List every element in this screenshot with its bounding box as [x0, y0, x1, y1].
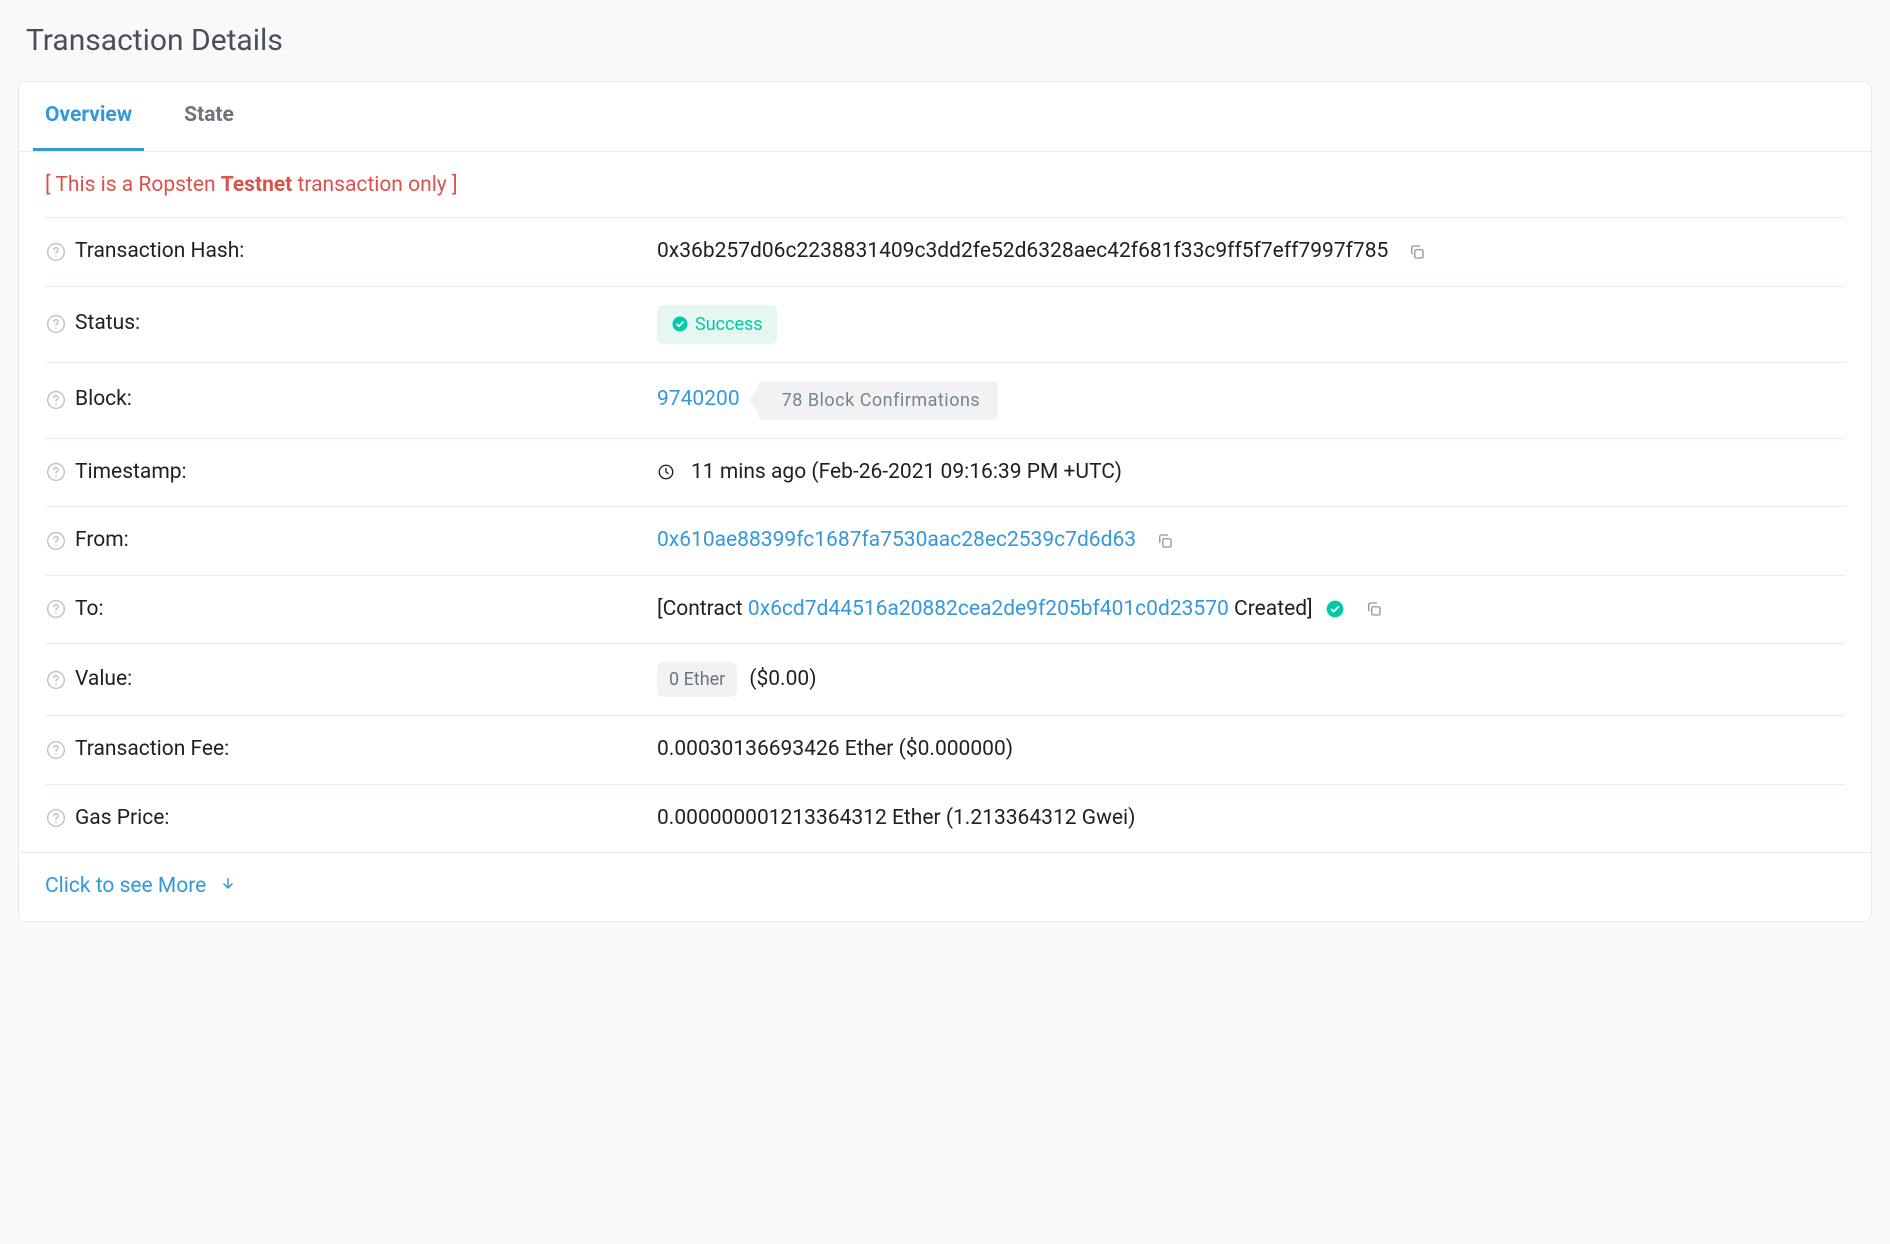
status-text: Success — [695, 311, 763, 338]
help-icon[interactable] — [45, 313, 67, 335]
see-more-button[interactable]: Click to see More — [19, 852, 1871, 921]
banner-suffix: transaction only ] — [292, 173, 457, 197]
row-block: Block: 9740200 78 Block Confirmations — [45, 362, 1845, 438]
testnet-banner: [ This is a Ropsten Testnet transaction … — [19, 152, 1871, 218]
copy-icon[interactable] — [1406, 241, 1428, 263]
row-hash: Transaction Hash: 0x36b257d06c2238831409… — [45, 217, 1845, 286]
tab-overview[interactable]: Overview — [33, 82, 144, 151]
help-icon[interactable] — [45, 739, 67, 761]
row-gas-price: Gas Price: 0.000000001213364312 Ether (1… — [45, 784, 1845, 853]
row-status: Status: Success — [45, 286, 1845, 362]
to-value-wrap: [Contract 0x6cd7d44516a20882cea2de9f205b… — [657, 594, 1313, 626]
page-title: Transaction Details — [18, 18, 1872, 63]
copy-icon[interactable] — [1154, 530, 1176, 552]
label-value: Value: — [75, 664, 132, 696]
label-block: Block: — [75, 384, 132, 416]
help-icon[interactable] — [45, 669, 67, 691]
value-badge: 0 Ether — [657, 662, 737, 697]
row-fee: Transaction Fee: 0.00030136693426 Ether … — [45, 715, 1845, 784]
copy-icon[interactable] — [1363, 598, 1385, 620]
block-link[interactable]: 9740200 — [657, 384, 740, 416]
help-icon[interactable] — [45, 598, 67, 620]
value-gas-price: 0.000000001213364312 Ether (1.213364312 … — [657, 803, 1135, 835]
to-prefix: [Contract — [657, 597, 748, 621]
banner-bold: Testnet — [221, 173, 293, 197]
see-more-label: Click to see More — [45, 871, 206, 903]
row-from: From: 0x610ae88399fc1687fa7530aac28ec253… — [45, 506, 1845, 575]
row-to: To: [Contract 0x6cd7d44516a20882cea2de9f… — [45, 575, 1845, 644]
label-status: Status: — [75, 308, 140, 340]
banner-prefix: [ This is a Ropsten — [45, 173, 221, 197]
help-icon[interactable] — [45, 807, 67, 829]
tab-state[interactable]: State — [172, 82, 246, 151]
value-fee: 0.00030136693426 Ether ($0.000000) — [657, 734, 1013, 766]
help-icon[interactable] — [45, 389, 67, 411]
clock-icon — [657, 463, 675, 481]
label-gas-price: Gas Price: — [75, 803, 169, 835]
value-timestamp: 11 mins ago (Feb-26-2021 09:16:39 PM +UT… — [691, 457, 1122, 489]
details-card: Overview State [ This is a Ropsten Testn… — [18, 81, 1872, 922]
label-hash: Transaction Hash: — [75, 236, 244, 268]
help-icon[interactable] — [45, 530, 67, 552]
from-address-link[interactable]: 0x610ae88399fc1687fa7530aac28ec2539c7d6d… — [657, 525, 1136, 557]
status-badge: Success — [657, 305, 777, 344]
confirmations-badge: 78 Block Confirmations — [758, 381, 999, 420]
value-hash: 0x36b257d06c2238831409c3dd2fe52d6328aec4… — [657, 236, 1388, 268]
check-circle-icon — [671, 315, 689, 333]
arrow-down-icon — [220, 871, 236, 903]
label-fee: Transaction Fee: — [75, 734, 229, 766]
check-circle-icon — [1325, 599, 1345, 619]
help-icon[interactable] — [45, 461, 67, 483]
help-icon[interactable] — [45, 241, 67, 263]
to-address-link[interactable]: 0x6cd7d44516a20882cea2de9f205bf401c0d235… — [748, 597, 1229, 621]
value-usd: ($0.00) — [749, 664, 816, 696]
tabs: Overview State — [19, 82, 1871, 152]
to-suffix: Created] — [1229, 597, 1313, 621]
label-from: From: — [75, 525, 129, 557]
label-timestamp: Timestamp: — [75, 457, 187, 489]
row-timestamp: Timestamp: 11 mins ago (Feb-26-2021 09:1… — [45, 438, 1845, 507]
label-to: To: — [75, 594, 104, 626]
row-value: Value: 0 Ether ($0.00) — [45, 643, 1845, 715]
